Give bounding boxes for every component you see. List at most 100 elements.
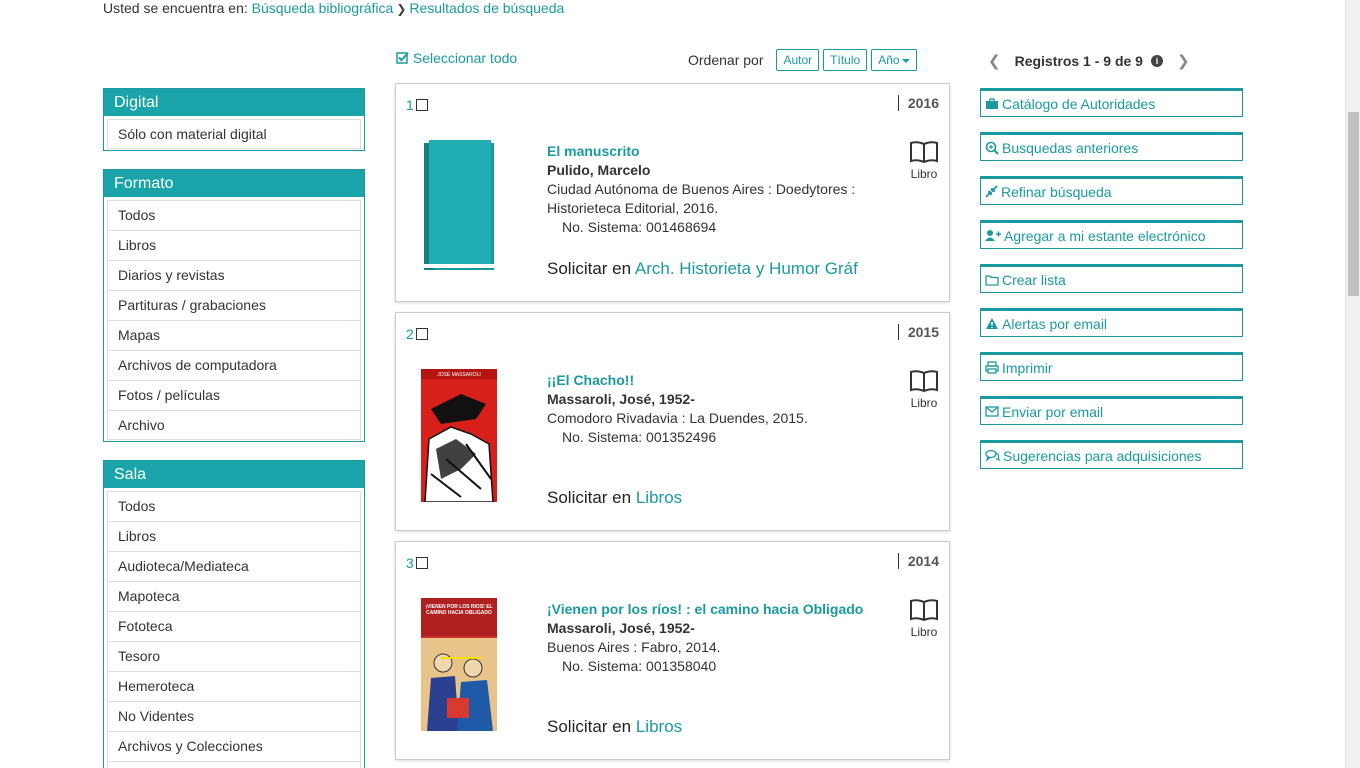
book-open-icon — [910, 599, 938, 622]
facet-title-sala: Sala — [104, 461, 364, 488]
sort-label: Ordenar por — [688, 52, 764, 68]
briefcase-icon — [986, 97, 998, 109]
record-info: El manuscrito Pulido, Marcelo Ciudad Aut… — [547, 142, 877, 237]
compress-icon — [985, 185, 998, 198]
record-title-link[interactable]: ¡Vienen por los ríos! : el camino hacia … — [547, 600, 877, 619]
record-number-value: 3 — [406, 555, 414, 571]
facet-item-formato-archivos-computadora[interactable]: Archivos de computadora — [107, 350, 361, 380]
action-label: Sugerencias para adquisiciones — [1003, 447, 1202, 464]
record-title-link[interactable]: ¡¡El Chacho!! — [547, 371, 877, 390]
record-checkbox[interactable] — [415, 328, 428, 340]
action-label: Imprimir — [1002, 359, 1053, 376]
facet-item-sala-audioteca[interactable]: Audioteca/Mediateca — [107, 551, 361, 581]
action-label: Enviar por email — [1002, 403, 1104, 420]
record-type: Libro — [909, 369, 939, 410]
facet-item-formato-archivo[interactable]: Archivo — [107, 410, 361, 440]
page-scrollbar[interactable] — [1345, 0, 1360, 768]
search-plus-icon — [985, 141, 999, 155]
cover-author-text: JOSÉ MASSAROLI — [437, 371, 481, 378]
book-open-icon — [910, 370, 938, 393]
chevron-right-icon[interactable]: ❯ — [1177, 52, 1190, 70]
record-title-link[interactable]: El manuscrito — [547, 142, 877, 161]
facet-digital: Digital Sólo con material digital — [103, 88, 365, 151]
scrollbar-thumb[interactable] — [1348, 112, 1359, 296]
book-cover-image[interactable]: ¡VIENEN POR LOS RÍOS! EL CAMINO HACIA OB… — [421, 598, 497, 731]
pager: ❮ Registros 1 - 9 de 9 i ❯ — [988, 52, 1190, 70]
facet-title-digital: Digital — [104, 89, 364, 116]
facet-sala: Sala Todos Libros Audioteca/Mediateca Ma… — [103, 460, 365, 768]
action-label: Catálogo de Autoridades — [1002, 95, 1156, 112]
action-enviar-email[interactable]: Enviar por email — [980, 396, 1243, 425]
breadcrumb: Usted se encuentra en: Búsqueda bibliogr… — [103, 0, 564, 16]
facet-item-formato-diarios[interactable]: Diarios y revistas — [107, 260, 361, 290]
action-refinar-busqueda[interactable]: Refinar búsqueda — [980, 176, 1243, 205]
record-year: 2014 — [897, 553, 939, 569]
record-number-value: 2 — [406, 326, 414, 342]
action-catalogo-autoridades[interactable]: Catálogo de Autoridades — [980, 88, 1243, 117]
facet-item-sala-more[interactable] — [107, 761, 361, 768]
action-busquedas-anteriores[interactable]: Busquedas anteriores — [980, 132, 1243, 161]
facet-item-sala-no-videntes[interactable]: No Videntes — [107, 701, 361, 731]
action-label: Refinar búsqueda — [1001, 183, 1112, 200]
record-checkbox[interactable] — [415, 557, 428, 569]
warning-icon — [986, 318, 998, 329]
facet-item-sala-fototeca[interactable]: Fototeca — [107, 611, 361, 641]
cover-title-text: ¡VIENEN POR LOS RÍOS! EL CAMINO HACIA OB… — [425, 604, 493, 616]
facet-item-sala-mapoteca[interactable]: Mapoteca — [107, 581, 361, 611]
record-card: 2 2015 JOSÉ MASSAROLI ¡¡El Chacho!! Mass… — [395, 312, 950, 531]
facet-item-sala-archivos[interactable]: Archivos y Colecciones — [107, 731, 361, 761]
record-solicit: Solicitar en Libros — [547, 717, 682, 737]
record-system-number: No. Sistema: 001358040 — [562, 658, 717, 674]
record-location-link[interactable]: Arch. Historieta y Humor Gráf — [635, 259, 858, 278]
facet-item-sala-hemeroteca[interactable]: Hemeroteca — [107, 671, 361, 701]
info-icon[interactable]: i — [1150, 55, 1163, 67]
record-type: Libro — [909, 598, 939, 639]
select-all-button[interactable]: Seleccionar todo — [396, 50, 517, 66]
sort-title-button[interactable]: Título — [823, 49, 868, 71]
facet-item-formato-libros[interactable]: Libros — [107, 230, 361, 260]
record-number-value: 1 — [406, 97, 414, 113]
caret-down-icon — [901, 58, 910, 63]
action-crear-lista[interactable]: Crear lista — [980, 264, 1243, 293]
facet-item-sala-tesoro[interactable]: Tesoro — [107, 641, 361, 671]
facet-item-formato-fotos[interactable]: Fotos / películas — [107, 380, 361, 410]
action-agregar-estante[interactable]: Agregar a mi estante electrónico — [980, 220, 1243, 249]
chevron-left-icon[interactable]: ❮ — [988, 52, 1001, 70]
facet-title-formato: Formato — [104, 170, 364, 197]
record-number: 2 — [406, 326, 428, 342]
record-card: 1 2016 El manuscrito Pulido, Marcelo Ciu… — [395, 83, 950, 302]
record-location-link[interactable]: Libros — [636, 717, 682, 736]
facet-item-formato-todos[interactable]: Todos — [107, 200, 361, 230]
facet-item-digital[interactable]: Sólo con material digital — [107, 119, 361, 149]
record-number: 1 — [406, 97, 428, 113]
breadcrumb-link-resultados[interactable]: Resultados de búsqueda — [409, 0, 564, 16]
book-cover-placeholder[interactable] — [421, 140, 497, 273]
facet-item-formato-partituras[interactable]: Partituras / grabaciones — [107, 290, 361, 320]
record-type-label: Libro — [910, 167, 938, 181]
facet-item-sala-todos[interactable]: Todos — [107, 491, 361, 521]
book-open-icon — [910, 141, 938, 164]
record-checkbox[interactable] — [415, 99, 428, 111]
facet-item-formato-mapas[interactable]: Mapas — [107, 320, 361, 350]
sort-year-button[interactable]: Año — [871, 49, 917, 71]
action-imprimir[interactable]: Imprimir — [980, 352, 1243, 381]
record-publication: Ciudad Autónoma de Buenos Aires : Doedyt… — [547, 181, 856, 216]
action-label: Agregar a mi estante electrónico — [1004, 227, 1206, 244]
record-solicit-label: Solicitar en — [547, 259, 632, 278]
record-type: Libro — [909, 140, 939, 181]
action-label: Alertas por email — [1002, 315, 1108, 332]
record-info: ¡¡El Chacho!! Massaroli, José, 1952- Com… — [547, 371, 877, 447]
action-label: Crear lista — [1002, 271, 1066, 288]
print-icon — [985, 361, 999, 374]
facet-item-sala-libros[interactable]: Libros — [107, 521, 361, 551]
breadcrumb-link-busqueda[interactable]: Búsqueda bibliográfica — [252, 0, 394, 16]
action-alertas-email[interactable]: Alertas por email — [980, 308, 1243, 337]
book-cover-image[interactable]: JOSÉ MASSAROLI — [421, 369, 497, 502]
record-card: 3 2014 ¡VIENEN POR LOS RÍOS! EL CAMINO H… — [395, 541, 950, 760]
action-sugerencias[interactable]: Sugerencias para adquisiciones — [980, 440, 1243, 469]
record-solicit-label: Solicitar en — [547, 717, 632, 736]
record-location-link[interactable]: Libros — [636, 488, 682, 507]
sort-author-button[interactable]: Autor — [776, 49, 820, 71]
select-all-label: Seleccionar todo — [412, 50, 518, 66]
record-author: Massaroli, José, 1952- — [547, 391, 695, 407]
